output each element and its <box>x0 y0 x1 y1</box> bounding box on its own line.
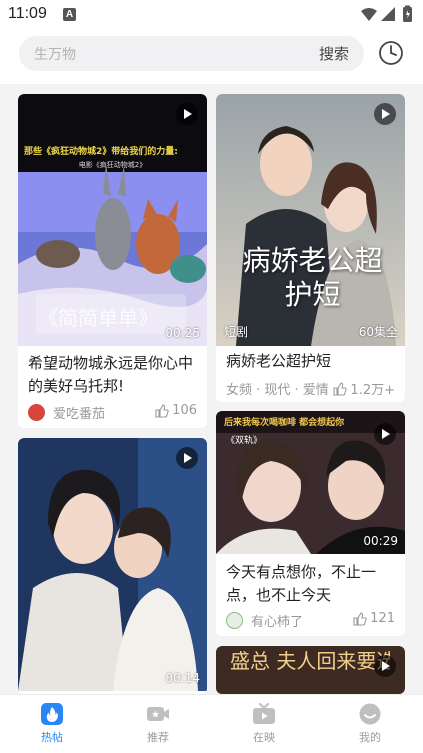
thumbnail-overlay-title: 后来我每次喝咖啡 都会想起你 <box>224 418 345 428</box>
play-icon <box>374 655 396 677</box>
feed-card[interactable]: 病娇老公超护短 短剧 60集全 病娇老公超护短 女频 · 现代 · 爱情 1.2… <box>216 94 405 402</box>
episode-count: 60集全 <box>358 325 398 339</box>
play-icon <box>374 103 396 125</box>
status-bar: 11:09 A <box>0 0 423 28</box>
signal-wifi-battery-icon <box>361 5 412 22</box>
card-genres: 女频 · 现代 · 爱情 <box>226 383 329 398</box>
thumbnail-overlay-title: 盛总 夫人回来要选秀 <box>230 650 390 672</box>
card-title[interactable]: 希望动物城永远是你心中的美好乌托邦! <box>28 352 200 398</box>
play-icon <box>374 423 396 445</box>
search-header: 生万物 搜索 <box>0 28 423 84</box>
tab-label: 热帖 <box>41 731 63 744</box>
video-thumbnail[interactable]: 后来我每次喝咖啡 都会想起你 《双轨》 00:29 <box>216 411 405 554</box>
tab-hot-posts[interactable]: 热帖 <box>22 703 82 745</box>
card-title[interactable]: 今天有点想你，不止一点，也不止今天 <box>226 561 398 607</box>
notification-icon: A <box>63 8 76 21</box>
card-author[interactable]: 有心柿了 <box>226 611 303 630</box>
thumbs-up-icon <box>333 381 348 396</box>
tab-mine[interactable]: 我的 <box>340 703 400 745</box>
author-name: 有心柿了 <box>251 615 304 630</box>
tab-now-showing[interactable]: 在映 <box>234 703 294 745</box>
video-camera-icon <box>147 707 169 721</box>
thumbnail-overlay-title: 病娇老公超护短 <box>242 244 383 311</box>
video-duration: 00:25 <box>165 326 200 340</box>
like-count-value: 1.2万+ <box>350 383 395 398</box>
history-clock-icon[interactable] <box>378 40 404 66</box>
feed-grid[interactable]: 那些《疯狂动物城2》带给我们的力量: 电影《疯狂动物城2》 《简简单单》 00:… <box>0 84 423 694</box>
video-duration: 00:14 <box>165 671 200 685</box>
feed-card[interactable]: 后来我每次喝咖啡 都会想起你 《双轨》 00:29 今天有点想你，不止一点，也不… <box>216 411 405 636</box>
author-name: 爱吃番茄 <box>53 407 106 422</box>
thumbs-up-icon <box>155 403 169 418</box>
kiss-scene-thumbnail-art <box>18 438 207 691</box>
feed-card[interactable]: 00:14 <box>18 438 207 694</box>
play-icon <box>176 447 198 469</box>
feed-card[interactable]: 盛总 夫人回来要选秀 <box>216 646 405 694</box>
like-count[interactable]: 106 <box>155 403 197 418</box>
play-icon <box>176 103 198 125</box>
tab-label: 在映 <box>253 731 275 744</box>
video-thumbnail[interactable]: 盛总 夫人回来要选秀 <box>216 646 405 694</box>
feed-card[interactable]: 那些《疯狂动物城2》带给我们的力量: 电影《疯狂动物城2》 《简简单单》 00:… <box>18 94 207 428</box>
video-thumbnail[interactable]: 00:14 <box>18 438 207 691</box>
tab-label: 我的 <box>359 731 381 744</box>
thumbnail-overlay-caption: 《简简单单》 <box>38 306 158 330</box>
like-count[interactable]: 1.2万+ <box>333 379 395 398</box>
bottom-tab-bar: 热帖 推荐 在映 我的 <box>0 694 423 753</box>
like-count-value: 121 <box>370 611 395 626</box>
flame-icon <box>41 703 63 725</box>
author-avatar <box>28 404 45 421</box>
thumbnail-overlay-subtitle: 电影《疯狂动物城2》 <box>78 161 147 169</box>
tab-recommend[interactable]: 推荐 <box>128 703 188 745</box>
thumbnail-overlay-subtitle: 《双轨》 <box>226 436 263 446</box>
card-title[interactable]: 病娇老公超护短 <box>226 350 398 373</box>
drama-thumbnail[interactable]: 病娇老公超护短 短剧 60集全 <box>216 94 405 346</box>
status-time: 11:09 <box>8 5 47 22</box>
like-count-value: 106 <box>172 403 197 418</box>
author-avatar <box>226 612 243 629</box>
search-input[interactable]: 生万物 搜索 <box>19 36 364 71</box>
tv-play-icon <box>253 703 275 724</box>
thumbnail-overlay-title: 那些《疯狂动物城2》带给我们的力量: <box>24 147 178 157</box>
search-placeholder: 生万物 <box>34 47 76 63</box>
thumbs-up-icon <box>353 611 367 626</box>
smile-face-icon <box>359 703 381 725</box>
like-count[interactable]: 121 <box>353 611 395 626</box>
drama-tag: 短剧 <box>224 325 249 339</box>
search-button[interactable]: 搜索 <box>319 43 349 64</box>
video-duration: 00:29 <box>363 534 398 548</box>
card-author[interactable]: 爱吃番茄 <box>28 403 105 422</box>
status-indicators <box>359 5 415 27</box>
video-thumbnail[interactable]: 那些《疯狂动物城2》带给我们的力量: 电影《疯狂动物城2》 《简简单单》 00:… <box>18 94 207 346</box>
tab-label: 推荐 <box>147 731 169 744</box>
